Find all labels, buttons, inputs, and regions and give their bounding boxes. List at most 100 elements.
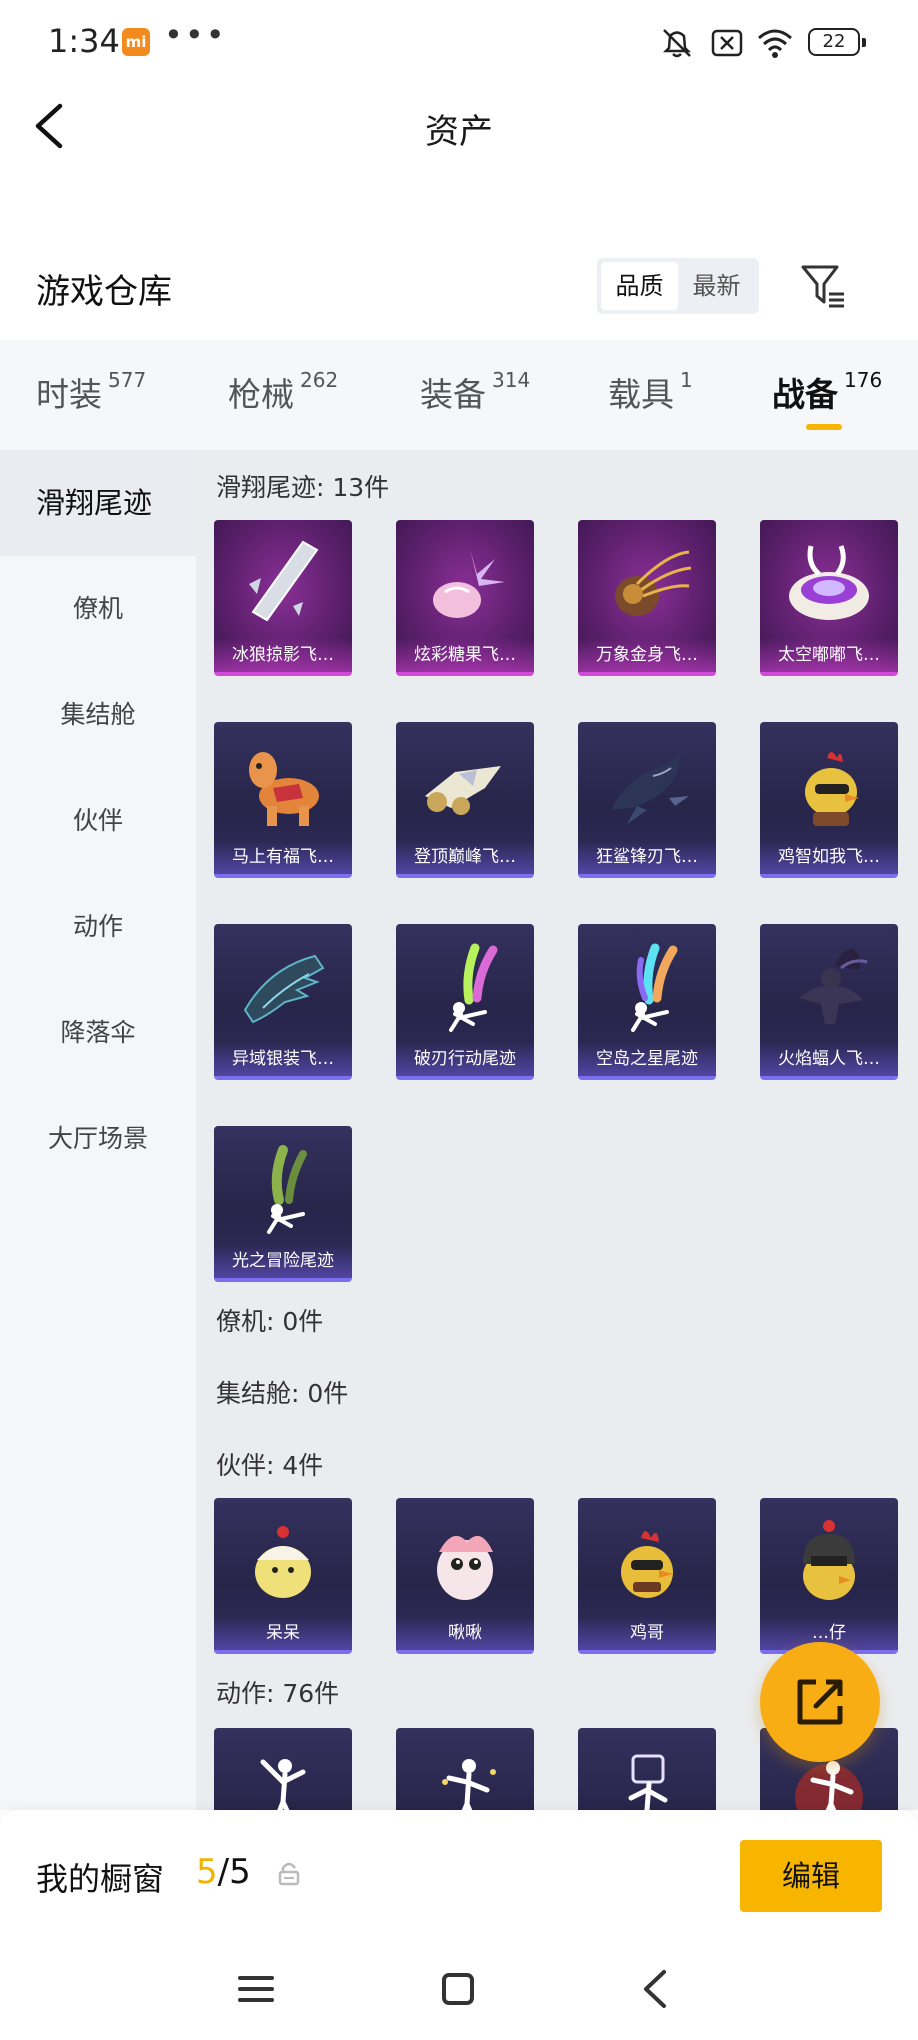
item-card[interactable]: 马上有福飞…	[214, 722, 352, 878]
category-tabs: 时装 577 枪械 262 装备 314 载具 1 战备 176	[0, 340, 918, 450]
emote-dance-icon	[260, 1759, 306, 1810]
item-card[interactable]: 呆呆	[214, 1498, 352, 1654]
lucky-horse-trail-icon	[249, 752, 319, 826]
item-name: 异域银装飞…	[214, 1042, 352, 1076]
sidebar-item-emote[interactable]: 动作	[0, 874, 196, 980]
status-time: 1:34	[48, 22, 120, 60]
item-name: 呆呆	[214, 1616, 352, 1650]
item-card[interactable]	[396, 1728, 534, 1810]
item-card[interactable]	[214, 1728, 352, 1810]
sidebar-item-parachute[interactable]: 降落伞	[0, 980, 196, 1086]
subcategory-sidebar: 滑翔尾迹 僚机 集结舱 伙伴 动作 降落伞 大厅场景	[0, 450, 196, 1810]
smart-chicken-trail-icon	[805, 752, 859, 826]
sort-by-newest[interactable]: 最新	[678, 262, 755, 310]
sidebar-item-glide-trail[interactable]: 滑翔尾迹	[0, 450, 196, 556]
item-name: 鸡智如我飞…	[760, 840, 898, 874]
sidebar-item-lobby-scene[interactable]: 大厅场景	[0, 1086, 196, 1192]
section-title-partner: 伙伴: 4件	[216, 1451, 324, 1480]
item-name: 登顶巅峰飞…	[396, 840, 534, 874]
sidebar-item-rally-pod[interactable]: 集结舱	[0, 662, 196, 768]
tab-count: 577	[108, 368, 147, 392]
wifi-icon	[758, 29, 792, 58]
item-name: 破刃行动尾迹	[396, 1042, 534, 1076]
filter-icon[interactable]	[800, 262, 846, 310]
sort-by-quality[interactable]: 品质	[601, 262, 678, 310]
showcase-total: /5	[217, 1852, 251, 1892]
item-name: 空岛之星尾迹	[578, 1042, 716, 1076]
emote-pose-icon	[442, 1759, 496, 1810]
item-card[interactable]: 鸡智如我飞…	[760, 722, 898, 878]
item-card[interactable]	[578, 1728, 716, 1810]
tab-combat-prep[interactable]: 战备 176	[772, 368, 882, 416]
share-fab-button[interactable]	[760, 1642, 880, 1762]
sidebar-item-partner[interactable]: 伙伴	[0, 768, 196, 874]
top-bar: 资产	[0, 84, 918, 168]
item-card[interactable]: …仔	[760, 1498, 898, 1654]
item-card[interactable]: 炫彩糖果飞…	[396, 520, 534, 676]
tab-label: 战备	[772, 375, 838, 414]
more-notifications-icon: •••	[164, 16, 227, 54]
battery-icon: 22	[808, 28, 866, 56]
exotic-silver-trail-icon	[243, 954, 325, 1024]
item-card[interactable]: 冰狼掠影飞…	[214, 520, 352, 676]
showcase-count: 5/5	[196, 1852, 251, 1892]
item-name: 冰狼掠影飞…	[214, 638, 352, 672]
tab-vehicles[interactable]: 载具 1	[608, 368, 693, 416]
system-nav-bar	[0, 1940, 918, 2040]
item-card[interactable]: 太空嘟嘟飞…	[760, 520, 898, 676]
lock-icon	[278, 1862, 300, 1886]
jiujiu-partner-icon	[437, 1535, 493, 1600]
item-name: 鸡哥	[578, 1616, 716, 1650]
candy-trail-icon	[433, 549, 505, 618]
item-name: 万象金身飞…	[578, 638, 716, 672]
emote-box-icon	[628, 1754, 668, 1810]
item-name: 狂鲨锋刃飞…	[578, 840, 716, 874]
edit-button[interactable]: 编辑	[740, 1840, 882, 1912]
tab-count: 262	[300, 368, 339, 392]
tab-label: 时装	[36, 375, 102, 414]
tab-count: 314	[492, 368, 531, 392]
item-card[interactable]: 狂鲨锋刃飞…	[578, 722, 716, 878]
section-title-emote: 动作: 76件	[216, 1679, 340, 1708]
blade-operation-trail-icon	[449, 943, 498, 1032]
sort-toggle: 品质 最新	[597, 258, 759, 314]
tab-label: 装备	[420, 375, 486, 414]
flame-bat-trail-icon	[799, 948, 868, 1024]
item-card[interactable]: 破刃行动尾迹	[396, 924, 534, 1080]
system-back-icon[interactable]	[634, 1964, 678, 2014]
warehouse-title: 游戏仓库	[36, 272, 172, 312]
item-name: 啾啾	[396, 1616, 534, 1650]
item-card[interactable]: 火焰蝠人飞…	[760, 924, 898, 1080]
item-name: 火焰蝠人飞…	[760, 1042, 898, 1076]
item-card[interactable]: 万象金身飞…	[578, 520, 716, 676]
shark-blade-trail-icon	[611, 754, 689, 824]
summit-peak-trail-icon	[425, 766, 501, 815]
tab-label: 枪械	[228, 375, 294, 414]
item-card[interactable]: 鸡哥	[578, 1498, 716, 1654]
item-card[interactable]: 异域银装飞…	[214, 924, 352, 1080]
tab-equipment[interactable]: 装备 314	[420, 368, 530, 416]
item-name: 光之冒险尾迹	[214, 1244, 352, 1278]
tab-fashion[interactable]: 时装 577	[36, 368, 146, 416]
space-dudu-trail-icon	[789, 545, 869, 620]
sidebar-item-wingman[interactable]: 僚机	[0, 556, 196, 662]
tab-guns[interactable]: 枪械 262	[228, 368, 338, 416]
mi-app-icon: mi	[122, 28, 150, 56]
item-card[interactable]: 登顶巅峰飞…	[396, 722, 534, 878]
item-card[interactable]: 啾啾	[396, 1498, 534, 1654]
section-title-rally-pod: 集结舱: 0件	[216, 1379, 349, 1408]
menu-icon[interactable]	[234, 1964, 278, 2014]
item-card[interactable]: 光之冒险尾迹	[214, 1126, 352, 1282]
item-name: 炫彩糖果飞…	[396, 638, 534, 672]
item-name: 太空嘟嘟飞…	[760, 638, 898, 672]
showcase-current: 5	[196, 1852, 218, 1892]
helmet-chick-partner-icon	[803, 1520, 855, 1600]
ice-wolf-trail-icon	[249, 540, 319, 622]
tab-label: 载具	[608, 375, 674, 414]
chicken-bro-partner-icon	[621, 1531, 673, 1598]
item-card[interactable]: 空岛之星尾迹	[578, 924, 716, 1080]
golden-body-trail-icon	[615, 550, 692, 616]
home-icon[interactable]	[436, 1964, 480, 2014]
share-export-icon	[797, 1679, 843, 1725]
light-adventure-trail-icon	[267, 1145, 307, 1234]
